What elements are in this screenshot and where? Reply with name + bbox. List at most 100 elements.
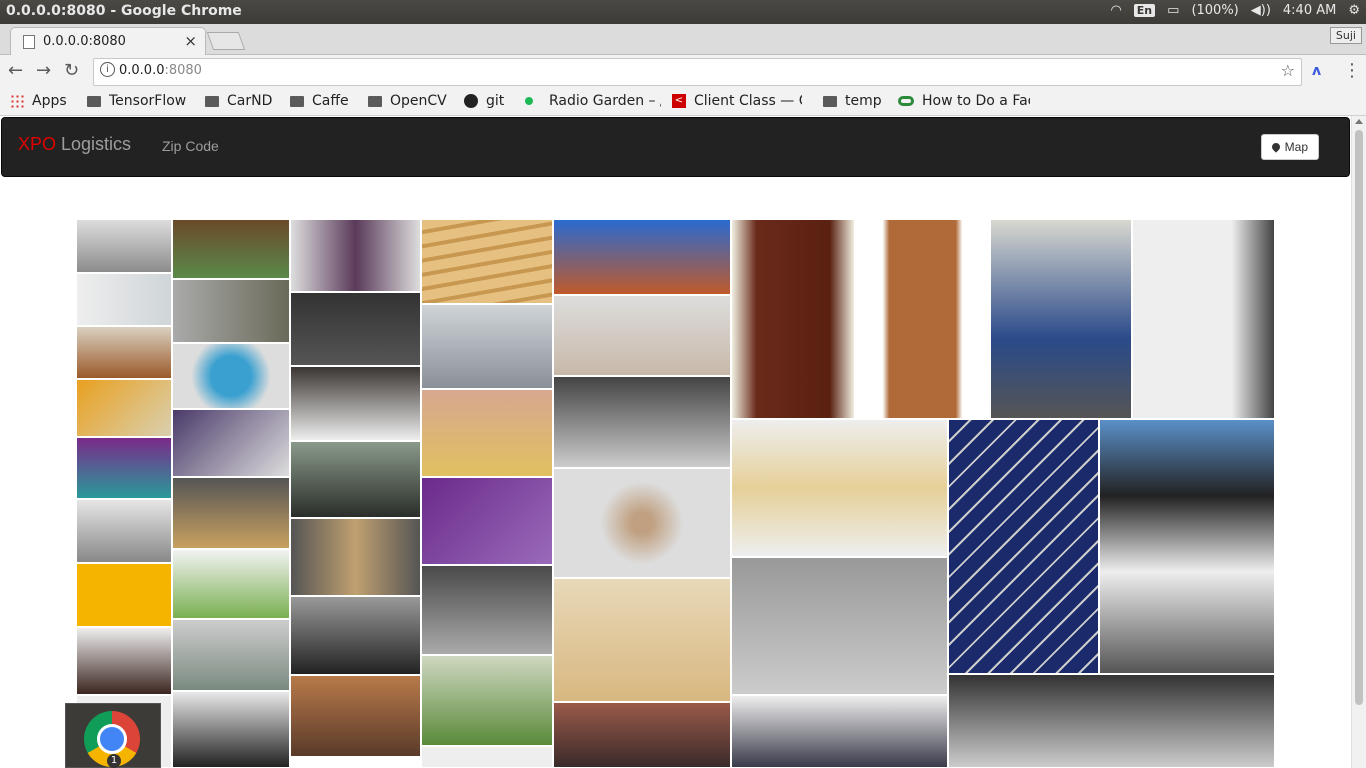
bookmark-temp[interactable]: temp	[823, 93, 882, 109]
bookmark-how-to[interactable]: How to Do a Fac	[898, 93, 1030, 109]
wifi-icon[interactable]: ◠	[1110, 3, 1121, 18]
bookmark-client-class[interactable]: < Client Class — C	[672, 93, 802, 109]
gallery-image[interactable]	[421, 477, 553, 565]
gallery-image[interactable]	[421, 304, 553, 389]
gallery-image[interactable]	[731, 557, 948, 695]
folder-icon	[87, 95, 101, 107]
gallery-image[interactable]	[731, 419, 948, 557]
gallery-image[interactable]	[421, 565, 553, 655]
brand-name: Logistics	[56, 134, 132, 154]
gallery-image[interactable]	[172, 477, 290, 549]
gallery-image[interactable]	[290, 219, 421, 292]
page-scrollbar[interactable]	[1351, 116, 1366, 768]
gallery-image[interactable]	[172, 409, 290, 477]
gallery-image[interactable]	[76, 326, 172, 379]
bookmark-label: TensorFlow	[109, 93, 187, 109]
gallery-image[interactable]	[421, 655, 553, 746]
bookmark-label: git	[486, 93, 505, 109]
gallery-image[interactable]	[421, 746, 553, 768]
green-circles-icon	[898, 96, 914, 106]
gallery-image[interactable]	[76, 437, 172, 499]
gallery-image[interactable]	[1132, 219, 1275, 419]
battery-icon[interactable]: ▭	[1167, 3, 1179, 18]
address-bar[interactable]: i 0.0.0.0:8080 ☆	[93, 58, 1302, 86]
profile-button[interactable]: Suji	[1329, 27, 1362, 44]
bookmark-tensorflow[interactable]: TensorFlow	[87, 93, 186, 109]
tab-strip: 0.0.0.0:8080 × Suji	[0, 24, 1366, 55]
browser-tab[interactable]: 0.0.0.0:8080 ×	[10, 27, 206, 55]
bookmark-git[interactable]: git	[464, 93, 504, 109]
gallery-image[interactable]	[76, 219, 172, 273]
gallery-image[interactable]	[421, 389, 553, 477]
gallery-image[interactable]	[76, 627, 172, 695]
scrollbar-thumb[interactable]	[1355, 130, 1363, 705]
gallery-image[interactable]	[553, 219, 731, 295]
gallery-image[interactable]	[553, 578, 731, 702]
gallery-image[interactable]	[553, 702, 731, 768]
bookmark-label: temp	[845, 93, 882, 109]
battery-percent[interactable]: (100%)	[1191, 3, 1238, 18]
gallery-image[interactable]	[76, 563, 172, 627]
gallery-image[interactable]	[731, 695, 948, 768]
gallery-image[interactable]	[1099, 419, 1275, 674]
apps-grid-icon	[10, 94, 24, 108]
keyboard-language[interactable]: En	[1133, 4, 1156, 17]
gallery-image[interactable]	[553, 376, 731, 468]
gallery-image[interactable]	[290, 292, 421, 366]
gallery-image[interactable]	[172, 219, 290, 279]
url-port: :8080	[164, 63, 202, 78]
map-button[interactable]: Map	[1260, 134, 1319, 160]
gallery-image[interactable]	[731, 219, 855, 419]
brand-logo[interactable]: XPO Logistics	[18, 134, 131, 155]
gallery-image[interactable]	[290, 675, 421, 757]
page-icon	[23, 35, 35, 49]
os-top-bar: 0.0.0.0:8080 - Google Chrome ◠ En ▭ (100…	[0, 0, 1366, 24]
gallery-image[interactable]	[76, 273, 172, 326]
bookmark-label: OpenCV	[390, 93, 447, 109]
gallery-image[interactable]	[172, 691, 290, 768]
gallery-image[interactable]	[172, 549, 290, 619]
bookmark-caffe[interactable]: Caffe	[290, 93, 349, 109]
bookmark-label: Client Class — C	[694, 93, 802, 109]
gallery-image[interactable]	[76, 499, 172, 563]
page-content: XPO Logistics Zip Code Map	[0, 116, 1352, 768]
gallery-image[interactable]	[172, 619, 290, 691]
gallery-image[interactable]	[855, 219, 990, 419]
gallery-image[interactable]	[290, 366, 421, 441]
gallery-image[interactable]	[553, 468, 731, 578]
gallery-image[interactable]	[290, 441, 421, 518]
gallery-image[interactable]	[421, 219, 553, 304]
url-host: 0.0.0.0	[119, 63, 165, 78]
gallery-image[interactable]	[948, 674, 1275, 768]
gallery-image[interactable]	[172, 343, 290, 409]
url-text[interactable]: 0.0.0.0:8080	[119, 63, 202, 78]
info-icon[interactable]: i	[100, 62, 115, 77]
gallery-image[interactable]	[290, 596, 421, 675]
bookmark-carnd[interactable]: CarND	[205, 93, 272, 109]
window-title: 0.0.0.0:8080 - Google Chrome	[6, 3, 242, 19]
reload-icon[interactable]: ↻	[64, 60, 79, 81]
gallery-image[interactable]	[76, 379, 172, 437]
tab-close-icon[interactable]: ×	[184, 32, 197, 50]
new-tab-button[interactable]	[206, 32, 246, 50]
gallery-image[interactable]	[172, 279, 290, 343]
clock[interactable]: 4:40 AM	[1283, 3, 1336, 18]
gallery-image[interactable]	[553, 295, 731, 376]
forward-arrow-icon[interactable]: →	[36, 60, 51, 81]
scroll-up-arrow-icon[interactable]	[1355, 119, 1363, 124]
gallery-image[interactable]	[290, 518, 421, 596]
gallery-image[interactable]	[948, 419, 1099, 674]
bookmark-label: Radio Garden – /	[549, 93, 661, 109]
chrome-menu-icon[interactable]: ⋮	[1343, 60, 1361, 81]
gallery-image[interactable]	[990, 219, 1132, 419]
volume-icon[interactable]: ◀))	[1251, 3, 1271, 18]
settings-gear-icon[interactable]: ⚙	[1348, 3, 1360, 18]
bookmark-opencv[interactable]: OpenCV	[368, 93, 447, 109]
bookmark-star-icon[interactable]: ☆	[1281, 61, 1295, 80]
bookmark-radio-garden[interactable]: Radio Garden – /	[525, 93, 661, 109]
dock-chrome-launcher[interactable]: 1	[65, 703, 161, 768]
extension-icon[interactable]: ʌ	[1312, 63, 1321, 79]
back-arrow-icon[interactable]: ←	[8, 60, 23, 81]
nav-zip-code[interactable]: Zip Code	[162, 138, 219, 154]
bookmark-apps[interactable]: Apps	[10, 93, 67, 109]
